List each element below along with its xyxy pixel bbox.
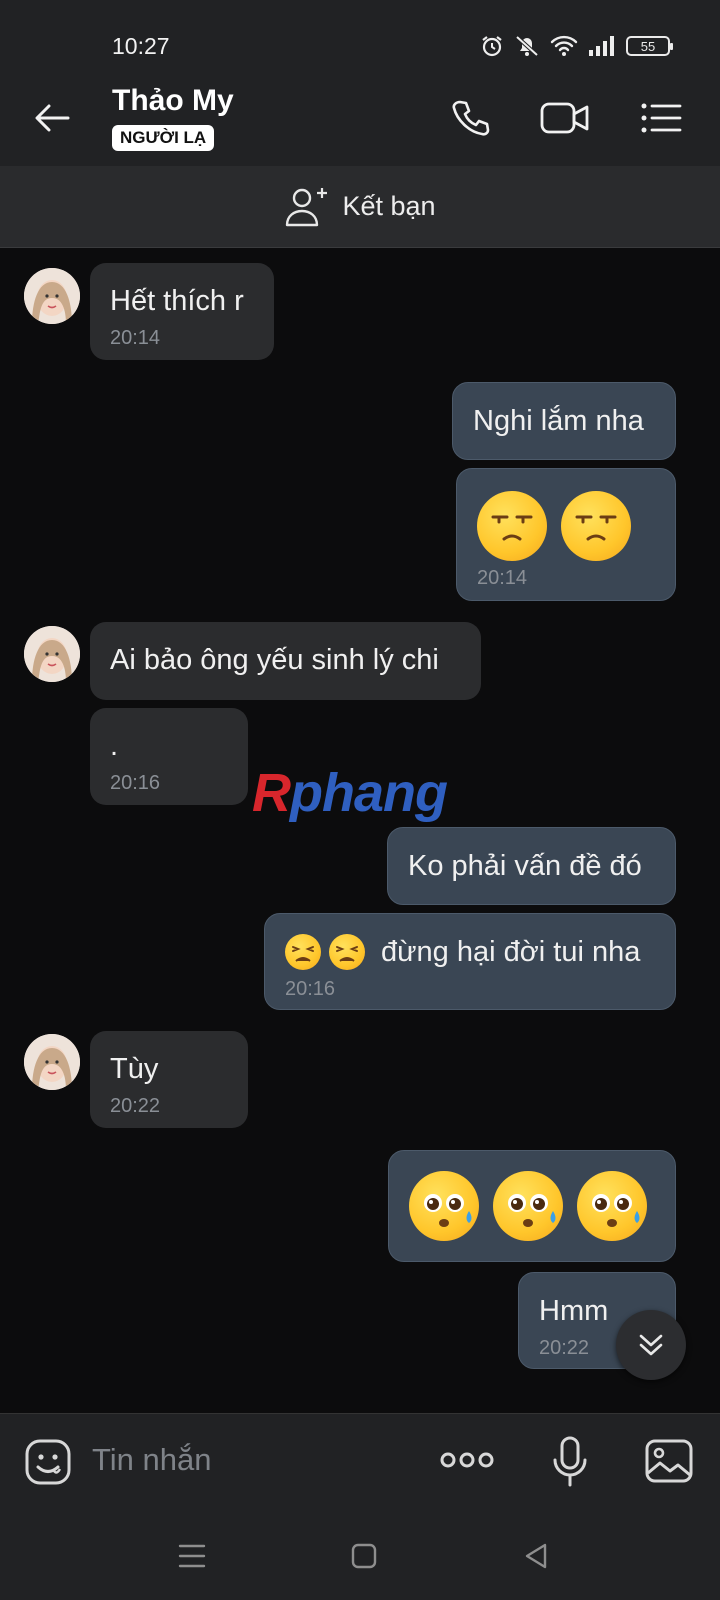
status-icons: 55 — [480, 34, 673, 58]
status-bar: 10:27 55 — [0, 0, 720, 70]
phone-icon — [452, 100, 490, 136]
menu-button[interactable] — [636, 94, 686, 142]
home-button[interactable] — [346, 1541, 382, 1571]
pleading-sweat-face-icon — [577, 1171, 647, 1241]
arrow-left-icon — [35, 104, 70, 132]
add-friend-button[interactable]: Kết bạn — [0, 166, 720, 248]
message-bubble-incoming[interactable]: . 20:16 — [90, 708, 248, 805]
message-text: Ko phải vấn đề đó — [408, 850, 642, 882]
pleading-sweat-face-icon — [409, 1171, 479, 1241]
status-time: 10:27 — [112, 33, 170, 59]
video-camera-icon — [540, 102, 589, 134]
message-time: 20:14 — [477, 567, 528, 589]
recent-apps-button[interactable] — [174, 1541, 210, 1571]
video-call-button[interactable] — [540, 94, 590, 142]
message-time: 20:22 — [110, 1095, 161, 1117]
menu-lines-icon — [178, 1544, 206, 1568]
emoji-row — [409, 1171, 655, 1241]
smiley-sticker-icon — [25, 1439, 71, 1485]
message-text: Tùy — [110, 1053, 159, 1085]
alarm-icon — [482, 36, 502, 57]
message-bubble-outgoing[interactable] — [388, 1150, 676, 1262]
microphone-icon — [553, 1436, 587, 1487]
tired-face-icon — [329, 934, 365, 970]
smirk-face-icon — [561, 491, 631, 561]
message-bubble-incoming[interactable]: Tùy 20:22 — [90, 1031, 248, 1128]
more-options-button[interactable] — [440, 1448, 494, 1477]
contact-avatar[interactable] — [24, 626, 80, 682]
mute-icon — [515, 35, 539, 57]
message-time: 20:14 — [110, 327, 161, 349]
gallery-button[interactable] — [644, 1438, 694, 1489]
back-button[interactable] — [30, 96, 74, 140]
scroll-to-bottom-button[interactable] — [616, 1310, 686, 1380]
sticker-button[interactable] — [24, 1438, 72, 1491]
watermark-logo: Rphang — [252, 763, 448, 823]
emoji-row — [477, 491, 655, 561]
list-menu-icon — [641, 103, 682, 133]
message-time: 20:16 — [285, 978, 336, 1000]
voice-message-button[interactable] — [552, 1436, 588, 1493]
more-dots-icon — [440, 1452, 494, 1468]
message-bubble-outgoing[interactable]: Ko phải vấn đề đó — [387, 827, 676, 905]
message-text: Nghi lắm nha — [473, 405, 644, 437]
pleading-sweat-face-icon — [493, 1171, 563, 1241]
add-user-icon — [286, 187, 328, 226]
contact-name[interactable]: Thảo My — [112, 84, 234, 118]
message-content: đừng hại đời tui nha — [285, 934, 655, 970]
message-time: 20:16 — [110, 772, 161, 794]
message-text: Hết thích r — [110, 285, 244, 317]
message-composer: Tin nhắn — [0, 1413, 720, 1513]
message-list[interactable]: Hết thích r 20:14 Nghi lắm nha 20:14 Ai … — [0, 248, 720, 1413]
system-nav-bar — [0, 1513, 720, 1600]
message-text: Ai bảo ông yếu sinh lý chi — [110, 644, 439, 676]
message-bubble-incoming[interactable]: Hết thích r 20:14 — [90, 263, 274, 360]
contact-avatar[interactable] — [24, 1034, 80, 1090]
message-bubble-outgoing[interactable]: 20:14 — [456, 468, 676, 601]
message-bubble-incoming[interactable]: Ai bảo ông yếu sinh lý chi — [90, 622, 481, 700]
back-nav-button[interactable] — [518, 1541, 554, 1571]
tired-face-icon — [285, 934, 321, 970]
message-text: . — [110, 730, 119, 762]
message-bubble-outgoing[interactable]: Nghi lắm nha — [452, 382, 676, 460]
wifi-icon — [550, 35, 578, 56]
message-input[interactable]: Tin nhắn — [92, 1442, 212, 1478]
signal-icon — [589, 36, 614, 56]
message-text: đừng hại đời tui nha — [381, 936, 641, 968]
message-bubble-outgoing[interactable]: đừng hại đời tui nha 20:16 — [264, 913, 676, 1010]
voice-call-button[interactable] — [446, 94, 496, 142]
contact-avatar[interactable] — [24, 268, 80, 324]
triangle-back-icon — [525, 1543, 547, 1569]
square-home-icon — [351, 1543, 377, 1569]
stranger-badge: NGƯỜI LẠ — [112, 125, 215, 151]
chat-header: Thảo My NGƯỜI LẠ — [0, 70, 720, 166]
image-icon — [645, 1439, 693, 1483]
double-chevron-down-icon — [639, 1334, 663, 1356]
smirk-face-icon — [477, 491, 547, 561]
add-friend-label: Kết bạn — [342, 191, 436, 221]
battery-indicator: 55 — [626, 36, 673, 56]
